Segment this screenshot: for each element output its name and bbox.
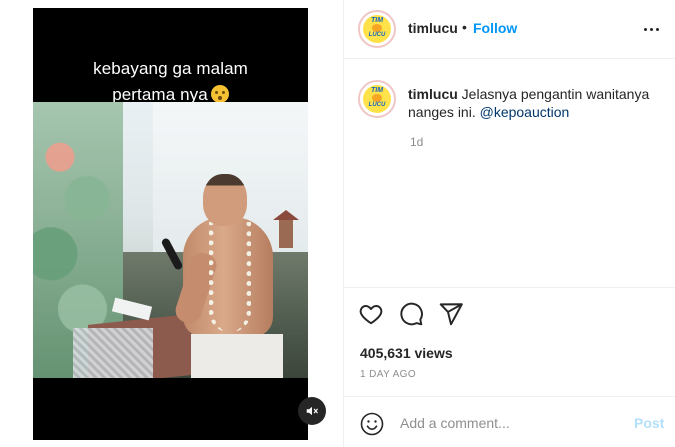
comment-button[interactable] <box>398 301 424 327</box>
timlucu-logo: TIM LUCU <box>363 15 391 43</box>
caption-text: timlucu Jelasnya pengantin wanitanya nan… <box>408 85 663 121</box>
media-column: kebayang ga malam pertama nya <box>0 0 343 447</box>
timlucu-logo: TIM LUCU <box>363 85 391 113</box>
share-button[interactable] <box>438 301 464 327</box>
view-count[interactable]: 405,631 views <box>360 345 453 361</box>
follow-button[interactable]: Follow <box>473 20 517 36</box>
post-header: TIM LUCU timlucu • Follow <box>344 0 675 59</box>
caption-avatar[interactable]: TIM LUCU <box>358 80 396 118</box>
post-date[interactable]: 1 DAY AGO <box>360 369 416 380</box>
add-comment-bar: Post <box>344 396 675 447</box>
caption-timestamp: 1d <box>410 135 424 149</box>
video-overlay-caption: kebayang ga malam pertama nya <box>33 56 308 108</box>
post-comment-button[interactable]: Post <box>634 415 664 431</box>
avatar[interactable]: TIM LUCU <box>358 10 396 48</box>
caption-section: TIM LUCU timlucu Jelasnya pengantin wani… <box>344 60 675 287</box>
send-icon <box>439 303 463 326</box>
flushed-face-icon <box>210 85 229 103</box>
heart-icon <box>359 305 383 325</box>
emoji-picker-button[interactable] <box>360 412 384 436</box>
instagram-post-page: kebayang ga malam pertama nya TIM LUCU t… <box>0 0 675 447</box>
speaker-muted-icon <box>306 406 318 416</box>
video-frame <box>33 102 308 378</box>
comment-input[interactable] <box>400 412 620 434</box>
post-side-panel: TIM LUCU timlucu • Follow TIM LUCU timlu… <box>344 0 675 447</box>
caption-username[interactable]: timlucu <box>408 86 458 102</box>
header-username[interactable]: timlucu <box>408 20 458 36</box>
comment-icon <box>400 302 423 326</box>
logo-text-bottom: LUCU <box>368 32 386 38</box>
video-caption-line1: kebayang ga malam <box>93 59 248 78</box>
like-button[interactable] <box>358 301 384 327</box>
logo-text-bottom: LUCU <box>368 102 386 108</box>
caption-mention-link[interactable]: @kepoauction <box>480 104 570 120</box>
smiley-icon <box>360 412 384 436</box>
more-horizontal-icon <box>643 27 647 31</box>
separator-dot: • <box>462 19 467 35</box>
mute-button[interactable] <box>298 397 326 425</box>
video-player[interactable]: kebayang ga malam pertama nya <box>33 8 308 440</box>
more-options-button[interactable] <box>639 19 663 39</box>
actions-section: 405,631 views 1 DAY AGO <box>344 287 675 396</box>
